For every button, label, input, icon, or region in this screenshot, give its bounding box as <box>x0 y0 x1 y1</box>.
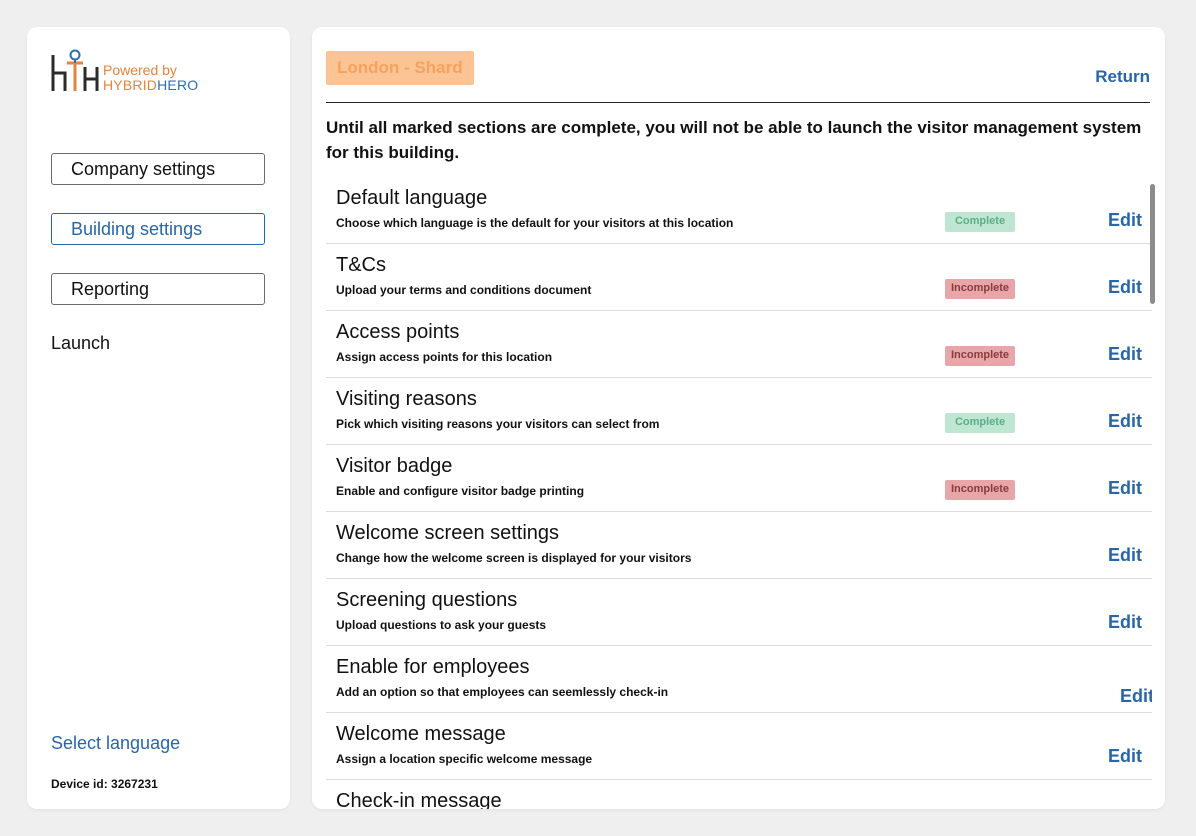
hybridhero-logo-icon <box>51 49 99 91</box>
edit-button[interactable]: Edit <box>1108 277 1142 298</box>
edit-button[interactable]: Edit <box>1108 344 1142 365</box>
section-title: Enable for employees <box>336 656 530 678</box>
list-item: Visiting reasons Pick which visiting rea… <box>326 378 1152 445</box>
logo-text: Powered by HYBRIDHERO <box>103 63 198 93</box>
list-item: Default language Choose which language i… <box>326 177 1152 244</box>
logo-powered-by: Powered by <box>103 62 177 78</box>
section-title: Visitor badge <box>336 455 453 477</box>
company-settings-button[interactable]: Company settings <box>51 153 265 185</box>
section-description: Assign access points for this location <box>336 350 553 364</box>
list-item: Visitor badge Enable and configure visit… <box>326 445 1152 512</box>
list-item: Welcome message Assign a location specif… <box>326 713 1152 780</box>
status-badge: Incomplete <box>945 480 1015 500</box>
location-badge: London - Shard <box>326 51 474 85</box>
header-divider <box>326 102 1150 103</box>
launch-link[interactable]: Launch <box>51 333 110 354</box>
section-title: Screening questions <box>336 589 518 611</box>
edit-button[interactable]: Edit <box>1108 545 1142 566</box>
return-link[interactable]: Return <box>1095 67 1150 87</box>
section-title: Welcome screen settings <box>336 522 560 544</box>
edit-button[interactable]: Edit <box>1108 612 1142 633</box>
section-description: Change how the welcome screen is display… <box>336 551 692 565</box>
list-item: Enable for employees Add an option so th… <box>326 646 1152 713</box>
edit-button[interactable]: Edit <box>1108 478 1142 499</box>
status-badge: Incomplete <box>945 346 1015 366</box>
section-description: Upload your terms and conditions documen… <box>336 283 592 297</box>
list-item: Welcome screen settings Change how the w… <box>326 512 1152 579</box>
device-id: Device id: 3267231 <box>51 777 158 791</box>
building-settings-button[interactable]: Building settings <box>51 213 265 245</box>
section-description: Enable and configure visitor badge print… <box>336 484 585 498</box>
section-description: Add an option so that employees can seem… <box>336 685 669 699</box>
settings-list[interactable]: Default language Choose which language i… <box>326 177 1152 809</box>
section-title: Check-in message <box>336 790 502 809</box>
logo: Powered by HYBRIDHERO <box>51 49 231 97</box>
edit-button[interactable]: Edit <box>1108 411 1142 432</box>
section-title: Access points <box>336 321 460 343</box>
select-language-link[interactable]: Select language <box>51 733 180 754</box>
edit-button[interactable]: Edit <box>1120 686 1152 707</box>
scrollbar-thumb[interactable] <box>1150 184 1155 304</box>
reporting-button[interactable]: Reporting <box>51 273 265 305</box>
logo-brand: HYBRIDHERO <box>103 78 198 93</box>
section-title: Default language <box>336 187 488 209</box>
section-title: T&Cs <box>336 254 386 276</box>
main-panel: London - Shard Return Until all marked s… <box>312 27 1165 809</box>
list-item: Screening questions Upload questions to … <box>326 579 1152 646</box>
section-description: Upload questions to ask your guests <box>336 618 547 632</box>
app-frame: Powered by HYBRIDHERO Company settings B… <box>0 0 1196 836</box>
section-description: Assign a location specific welcome messa… <box>336 752 593 766</box>
section-description: Pick which visiting reasons your visitor… <box>336 417 660 431</box>
section-title: Welcome message <box>336 723 506 745</box>
list-item: Access points Assign access points for t… <box>326 311 1152 378</box>
list-item: Check-in message <box>326 780 1152 809</box>
logo-brand-hybrid: HYBRID <box>103 77 158 93</box>
edit-button[interactable]: Edit <box>1108 746 1142 767</box>
list-item: T&Cs Upload your terms and conditions do… <box>326 244 1152 311</box>
status-badge: Complete <box>945 413 1015 433</box>
status-badge: Incomplete <box>945 279 1015 299</box>
section-description: Choose which language is the default for… <box>336 216 734 230</box>
setup-notice: Until all marked sections are complete, … <box>326 118 1142 162</box>
logo-brand-hero: HERO <box>157 77 199 93</box>
sidebar: Powered by HYBRIDHERO Company settings B… <box>27 27 290 809</box>
edit-button[interactable]: Edit <box>1108 210 1142 231</box>
section-title: Visiting reasons <box>336 388 477 410</box>
status-badge: Complete <box>945 212 1015 232</box>
